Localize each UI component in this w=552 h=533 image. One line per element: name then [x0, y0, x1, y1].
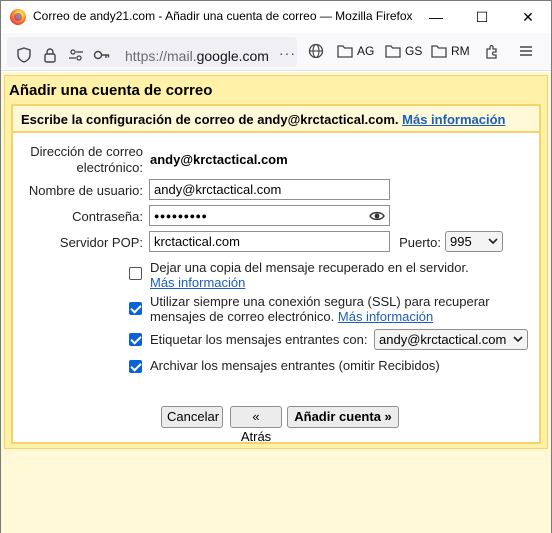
title-bar: Correo de andy21.com - Añadir una cuenta…: [1, 1, 551, 33]
port-value: 995: [450, 234, 472, 249]
ssl-label-line2-text: mensajes de correo electrónico.: [150, 309, 335, 324]
window-title: Correo de andy21.com - Añadir una cuenta…: [33, 9, 413, 23]
leave-copy-more-info-link[interactable]: Más información: [150, 275, 469, 290]
browser-window: Correo de andy21.com - Añadir una cuenta…: [0, 0, 552, 533]
ssl-checkbox[interactable]: [129, 302, 142, 315]
minimize-button[interactable]: —: [413, 1, 459, 33]
username-input[interactable]: [149, 179, 390, 200]
more-info-link[interactable]: Más información: [402, 112, 505, 127]
globe-icon[interactable]: [307, 42, 325, 60]
email-label: Dirección de correo electrónico:: [17, 144, 143, 176]
chevron-down-icon: [488, 238, 498, 245]
label-incoming-checkbox[interactable]: [129, 333, 142, 346]
username-label: Nombre de usuario:: [28, 183, 143, 198]
ssl-label-line2: mensajes de correo electrónico. Más info…: [150, 309, 490, 324]
ssl-more-info-link[interactable]: Más información: [338, 309, 433, 324]
bookmark-label: AG: [357, 44, 375, 58]
pop-server-label: Servidor POP:: [59, 235, 143, 250]
leave-copy-text: Dejar una copia del mensaje recuperado e…: [150, 260, 469, 290]
show-password-icon[interactable]: [369, 209, 385, 223]
password-mask: ●●●●●●●●●: [154, 211, 208, 221]
ssl-text: Utilizar siempre una conexión segura (SS…: [150, 294, 490, 324]
permissions-icon[interactable]: [67, 46, 85, 64]
lock-icon[interactable]: [41, 46, 59, 64]
label-select-value: andy@krctactical.com: [379, 332, 507, 347]
email-value: andy@krctactical.com: [150, 152, 288, 167]
pop-server-input[interactable]: [149, 231, 390, 252]
password-label: Contraseña:: [72, 209, 143, 224]
navigation-toolbar: https://mail.google.com ··· AG GS RM: [1, 33, 551, 71]
url-text[interactable]: https://mail.google.com: [125, 48, 269, 64]
bookmark-label: GS: [405, 44, 423, 58]
label-incoming-label: Etiquetar los mensajes entrantes con:: [150, 332, 368, 347]
page-content: Añadir una cuenta de correo Escribe la c…: [1, 72, 551, 533]
subhead-text: Escribe la configuración de correo de an…: [21, 112, 399, 127]
back-button[interactable]: « Atrás: [230, 406, 282, 444]
archive-incoming-checkbox[interactable]: [129, 360, 142, 373]
leave-copy-label: Dejar una copia del mensaje recuperado e…: [150, 260, 469, 275]
menu-icon[interactable]: [517, 42, 535, 60]
dialog-title: Añadir una cuenta de correo: [9, 82, 213, 99]
archive-incoming-label: Archivar los mensajes entrantes (omitir …: [150, 358, 440, 373]
bookmark-gs[interactable]: GS: [385, 44, 422, 58]
bookmark-ag[interactable]: AG: [337, 44, 374, 58]
folder-icon: [431, 45, 447, 58]
close-button[interactable]: ✕: [505, 1, 551, 33]
maximize-button[interactable]: ☐: [459, 1, 505, 33]
ssl-label-line1: Utilizar siempre una conexión segura (SS…: [150, 294, 490, 309]
url-bar[interactable]: https://mail.google.com ···: [7, 37, 297, 67]
folder-icon: [385, 45, 401, 58]
add-account-panel: Añadir una cuenta de correo Escribe la c…: [4, 75, 548, 449]
more-actions-icon[interactable]: ···: [279, 45, 296, 61]
key-icon[interactable]: [93, 46, 111, 64]
port-select[interactable]: 995: [445, 231, 503, 252]
password-input[interactable]: ●●●●●●●●●: [149, 205, 390, 226]
folder-icon: [337, 45, 353, 58]
add-account-button[interactable]: Añadir cuenta »: [287, 406, 399, 428]
bookmark-rm[interactable]: RM: [431, 44, 470, 58]
leave-copy-checkbox[interactable]: [129, 267, 142, 280]
bookmark-label: RM: [451, 44, 470, 58]
settings-subhead: Escribe la configuración de correo de an…: [13, 106, 539, 133]
extensions-icon[interactable]: [483, 42, 501, 60]
dialog-body: Escribe la configuración de correo de an…: [11, 104, 541, 444]
cancel-button[interactable]: Cancelar: [161, 406, 223, 428]
port-label: Puerto:: [399, 235, 441, 250]
shield-icon[interactable]: [15, 46, 33, 64]
email-label-line2: electrónico:: [76, 160, 143, 175]
firefox-logo-icon: [10, 9, 26, 25]
chevron-down-icon: [513, 336, 523, 343]
email-label-line1: Dirección de correo: [30, 144, 143, 159]
label-select[interactable]: andy@krctactical.com: [374, 329, 528, 350]
